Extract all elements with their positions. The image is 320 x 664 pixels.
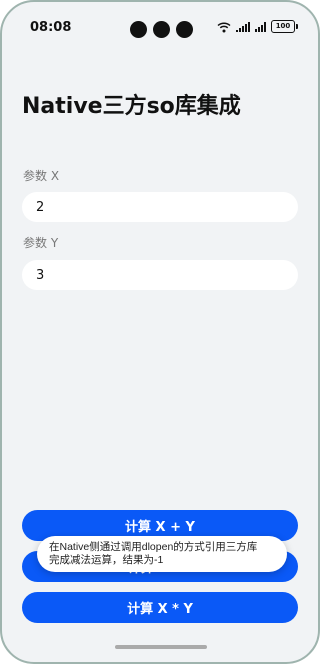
param-x-label: 参数 X (23, 169, 60, 183)
home-indicator[interactable] (115, 645, 207, 649)
param-x-input[interactable] (22, 192, 298, 222)
status-time: 08:08 (30, 20, 72, 35)
toast-line-2: 完成减法运算，结果为-1 (49, 554, 164, 566)
camera-icon (153, 21, 170, 38)
camera-icon (130, 21, 147, 38)
camera-icon (176, 21, 193, 38)
page-title: Native三方so库集成 (22, 94, 241, 119)
phone-screen: 08:08 100 Native三方so库集成 参数 X 参数 Y 计算 X +… (0, 0, 320, 664)
result-toast: 在Native侧通过调用dlopen的方式引用三方库 完成减法运算，结果为-1 (37, 536, 287, 572)
signal-icon (236, 21, 250, 32)
multiply-button[interactable]: 计算 X * Y (22, 592, 298, 623)
wifi-icon (217, 21, 231, 32)
param-y-label: 参数 Y (23, 236, 59, 250)
status-icons: 100 (217, 20, 298, 33)
status-bar: 08:08 100 (2, 2, 318, 42)
signal-icon (255, 21, 266, 32)
param-y-input[interactable] (22, 260, 298, 290)
toast-line-1: 在Native侧通过调用dlopen的方式引用三方库 (49, 541, 258, 553)
battery-icon: 100 (271, 20, 295, 33)
battery-tip (296, 24, 298, 29)
